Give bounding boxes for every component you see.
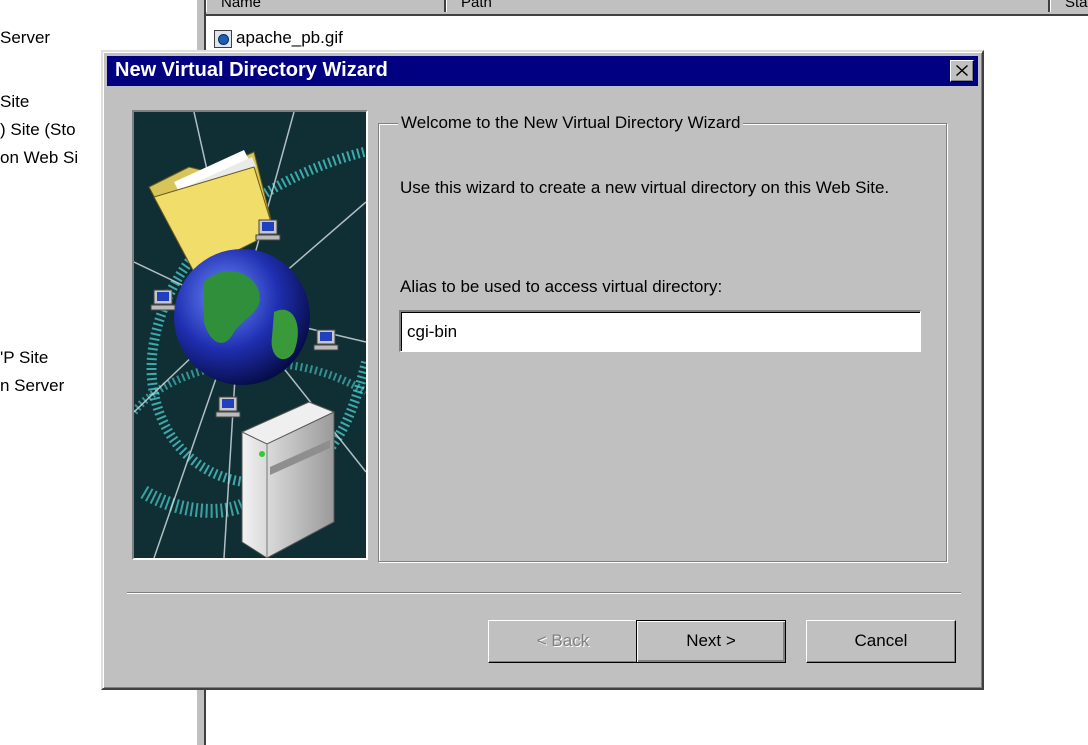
wizard-description: Use this wizard to create a new virtual … — [400, 178, 890, 197]
column-header-name[interactable]: Name — [206, 0, 446, 12]
separator — [127, 592, 961, 594]
tree-item[interactable]: Server — [0, 28, 50, 48]
image-file-icon — [214, 29, 232, 48]
cancel-button[interactable]: Cancel — [806, 620, 956, 663]
tree-item[interactable]: on Web Si — [0, 148, 78, 168]
title-bar[interactable]: New Virtual Directory Wizard — [107, 56, 978, 86]
welcome-heading: Welcome to the New Virtual Directory Wiz… — [398, 113, 744, 133]
list-item-label: apache_pb.gif — [236, 28, 343, 47]
column-header-status[interactable]: Sta — [1050, 0, 1088, 12]
alias-input[interactable] — [399, 310, 921, 352]
tree-item[interactable]: 'P Site — [0, 348, 48, 368]
wizard-globe-network-illustration — [134, 112, 366, 558]
tree-item[interactable]: Site — [0, 92, 29, 112]
list-header: Name Path Sta — [206, 0, 1088, 16]
wizard-dialog: New Virtual Directory Wizard Welcome to … — [101, 50, 984, 690]
next-button[interactable]: Next > — [636, 620, 786, 663]
close-icon — [956, 65, 968, 76]
list-item[interactable]: apache_pb.gif — [214, 28, 343, 48]
tree-item[interactable]: n Server — [0, 376, 64, 396]
dialog-title: New Virtual Directory Wizard — [115, 59, 388, 81]
alias-label: Alias to be used to access virtual direc… — [400, 277, 723, 296]
column-header-path[interactable]: Path — [446, 0, 1050, 12]
wizard-illustration — [132, 110, 368, 560]
tree-item[interactable]: ) Site (Sto — [0, 120, 76, 140]
back-button[interactable]: < Back — [488, 620, 638, 663]
close-button[interactable] — [950, 60, 974, 82]
